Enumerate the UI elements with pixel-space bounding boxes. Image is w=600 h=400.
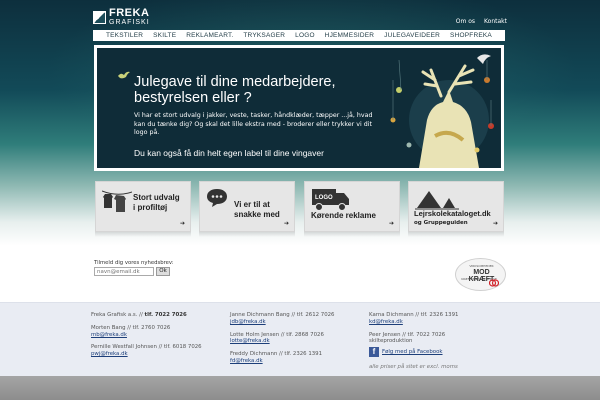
logo-mark-icon bbox=[93, 10, 106, 24]
arrow-right-icon: ➔ bbox=[388, 220, 394, 227]
delivery-van-icon: LOGO bbox=[312, 189, 349, 211]
facebook-link-text[interactable]: Følg med på Facebook bbox=[382, 349, 443, 356]
mod-kraeft-badge[interactable]: VIRKSOMHEDER MOD KRÆFT KRÆFTENS BEKÆMPEL… bbox=[455, 258, 506, 291]
top-links: Om os Kontakt bbox=[456, 18, 507, 25]
arrow-right-icon: ➔ bbox=[283, 220, 289, 227]
bird-icon bbox=[118, 71, 130, 79]
tile-label: Lejrskolekataloget.dk bbox=[414, 209, 491, 218]
nav-item-skilte[interactable]: SKILTE bbox=[153, 32, 176, 39]
email-link[interactable]: lotte@freka.dk bbox=[230, 338, 270, 344]
footer-column-1: Freka Grafisk a.s. // tlf. 7022 7026 Mor… bbox=[91, 312, 202, 358]
email-link[interactable]: fd@freka.dk bbox=[230, 358, 263, 364]
tile-sublabel: og Gruppeguiden bbox=[414, 220, 468, 226]
link-om-os[interactable]: Om os bbox=[456, 18, 475, 25]
link-kontakt[interactable]: Kontakt bbox=[484, 18, 507, 25]
nav-item-tekstiler[interactable]: TEKSTILER bbox=[106, 32, 143, 39]
tile-label: Kørende reklame bbox=[311, 211, 376, 220]
newsletter-submit-button[interactable]: Ok bbox=[156, 267, 170, 276]
footer: Freka Grafisk a.s. // tlf. 7022 7026 Mor… bbox=[0, 302, 600, 376]
email-link[interactable]: kd@freka.dk bbox=[369, 319, 403, 325]
bottom-bar bbox=[0, 376, 600, 400]
newsletter-label: Tilmeld dig vores nyhedsbrev: bbox=[94, 260, 174, 266]
email-link[interactable]: jdb@freka.dk bbox=[230, 319, 266, 325]
brand-logo[interactable]: FREKA GRAFISKI bbox=[93, 8, 150, 26]
main-nav: TEKSTILER SKILTE REKLAMEART. TRYKSAGER L… bbox=[93, 30, 505, 41]
cancer-society-logo-icon bbox=[489, 279, 499, 287]
footer-column-2: Janne Dichmann Bang // tlf. 2612 7026 jd… bbox=[230, 312, 335, 364]
nav-item-hjemmesider[interactable]: HJEMMESIDER bbox=[325, 32, 375, 39]
banner-title: Julegave til dine medarbejdere, bestyrel… bbox=[134, 74, 336, 106]
nav-item-shopfreka[interactable]: SHOPFREKA bbox=[450, 32, 492, 39]
tile-label: Stort udvalg i profiltøj bbox=[133, 193, 180, 212]
email-link[interactable]: mb@freka.dk bbox=[91, 332, 127, 338]
arrow-right-icon: ➔ bbox=[492, 220, 498, 227]
arrow-right-icon: ➔ bbox=[179, 220, 185, 227]
nav-item-tryksager[interactable]: TRYKSAGER bbox=[243, 32, 285, 39]
christmas-deer-illustration-icon bbox=[390, 54, 494, 168]
logo-main-text: FREKA bbox=[109, 7, 150, 19]
banner-label-text: Du kan også få din helt egen label til d… bbox=[134, 148, 324, 158]
facebook-icon: f bbox=[369, 347, 379, 358]
van-logo-text: LOGO bbox=[315, 195, 333, 201]
tile-lejrskolekataloget[interactable]: Lejrskolekataloget.dk og Gruppeguiden ➔ bbox=[408, 181, 504, 232]
chat-bubble-icon bbox=[207, 189, 227, 207]
logo-sub-text: GRAFISKI bbox=[109, 19, 150, 26]
nav-item-reklameart[interactable]: REKLAMEART. bbox=[186, 32, 233, 39]
newsletter-email-input[interactable] bbox=[94, 267, 154, 276]
banner-text: Vi har et stort udvalg i jakker, veste, … bbox=[134, 112, 373, 136]
tile-korende-reklame[interactable]: LOGO Kørende reklame ➔ bbox=[304, 181, 400, 232]
hero-banner[interactable]: Julegave til dine medarbejdere, bestyrel… bbox=[94, 45, 504, 171]
tile-kontakt[interactable]: Vi er til at snakke med ➔ bbox=[199, 181, 295, 232]
nav-item-julegaveideer[interactable]: JULEGAVEIDEER bbox=[384, 32, 440, 39]
tile-label: Vi er til at snakke med bbox=[234, 200, 280, 219]
tent-icon bbox=[415, 191, 459, 210]
shirts-on-line-icon bbox=[102, 190, 132, 212]
email-link[interactable]: pwj@freka.dk bbox=[91, 351, 128, 357]
nav-item-logo[interactable]: LOGO bbox=[295, 32, 315, 39]
tile-profiltoj[interactable]: Stort udvalg i profiltøj ➔ bbox=[95, 181, 191, 232]
footer-column-3: Karna Dichmann // tlf. 2326 1391 kd@frek… bbox=[369, 312, 459, 371]
price-note: alle priser på sitet er excl. moms bbox=[369, 364, 458, 371]
facebook-link[interactable]: f Følg med på Facebook bbox=[369, 347, 458, 358]
